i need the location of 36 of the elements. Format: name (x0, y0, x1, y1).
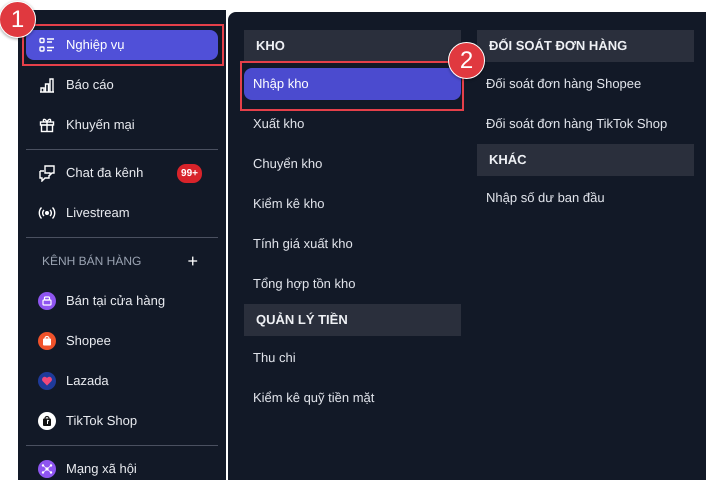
sidebar-item[interactable]: Mạng xã hội (26, 454, 218, 480)
section-header: KHO (244, 30, 461, 62)
menu-item[interactable]: Kiểm kê quỹ tiền mặt (244, 382, 461, 414)
step-number-badge: 1 (0, 1, 36, 38)
menu-item[interactable]: Đối soát đơn hàng TikTok Shop (477, 108, 694, 140)
sidebar-item[interactable]: Khuyến mại (26, 110, 218, 140)
sidebar-item[interactable]: Livestream (26, 198, 218, 228)
count-badge: 99+ (177, 164, 202, 182)
sidebar-item[interactable]: Chat đa kênh 99+ (26, 158, 218, 188)
section-header: KÊNH BÁN HÀNG (42, 253, 142, 270)
sidebar-item[interactable]: Shopee (26, 326, 218, 356)
section-header: ĐỐI SOÁT ĐƠN HÀNG (477, 30, 694, 62)
menu-item[interactable]: Tính giá xuất kho (244, 228, 461, 260)
section-header: KHÁC (477, 144, 694, 176)
menu-item[interactable]: Kiểm kê kho (244, 188, 461, 220)
shopping-bag-icon (38, 412, 56, 430)
gift-icon (38, 116, 56, 134)
add-button[interactable]: + (187, 252, 198, 270)
menu-item[interactable]: Nhập số dư ban đầu (477, 182, 694, 214)
menu-item[interactable]: Chuyển kho (244, 148, 461, 180)
chat-icon (38, 164, 56, 182)
sidebar-item[interactable]: Nghiệp vụ (26, 30, 218, 60)
network-icon (38, 460, 56, 478)
menu-item[interactable]: Tổng hợp tồn kho (244, 268, 461, 300)
bar-chart-icon (38, 76, 56, 94)
sidebar-item[interactable]: Lazada (26, 366, 218, 396)
menu-item[interactable]: Xuất kho (244, 108, 461, 140)
sidebar-item[interactable]: Báo cáo (26, 70, 218, 100)
section-header: QUẢN LÝ TIỀN (244, 304, 461, 336)
store-icon (38, 292, 56, 310)
menu-item[interactable]: Thu chi (244, 342, 461, 374)
sidebar-item[interactable]: TikTok Shop (26, 406, 218, 436)
shopping-bag-icon (38, 332, 56, 350)
list-icon (38, 36, 56, 54)
sidebar-item[interactable]: Bán tại cửa hàng (26, 286, 218, 316)
menu-item[interactable]: Nhập kho (244, 68, 461, 100)
